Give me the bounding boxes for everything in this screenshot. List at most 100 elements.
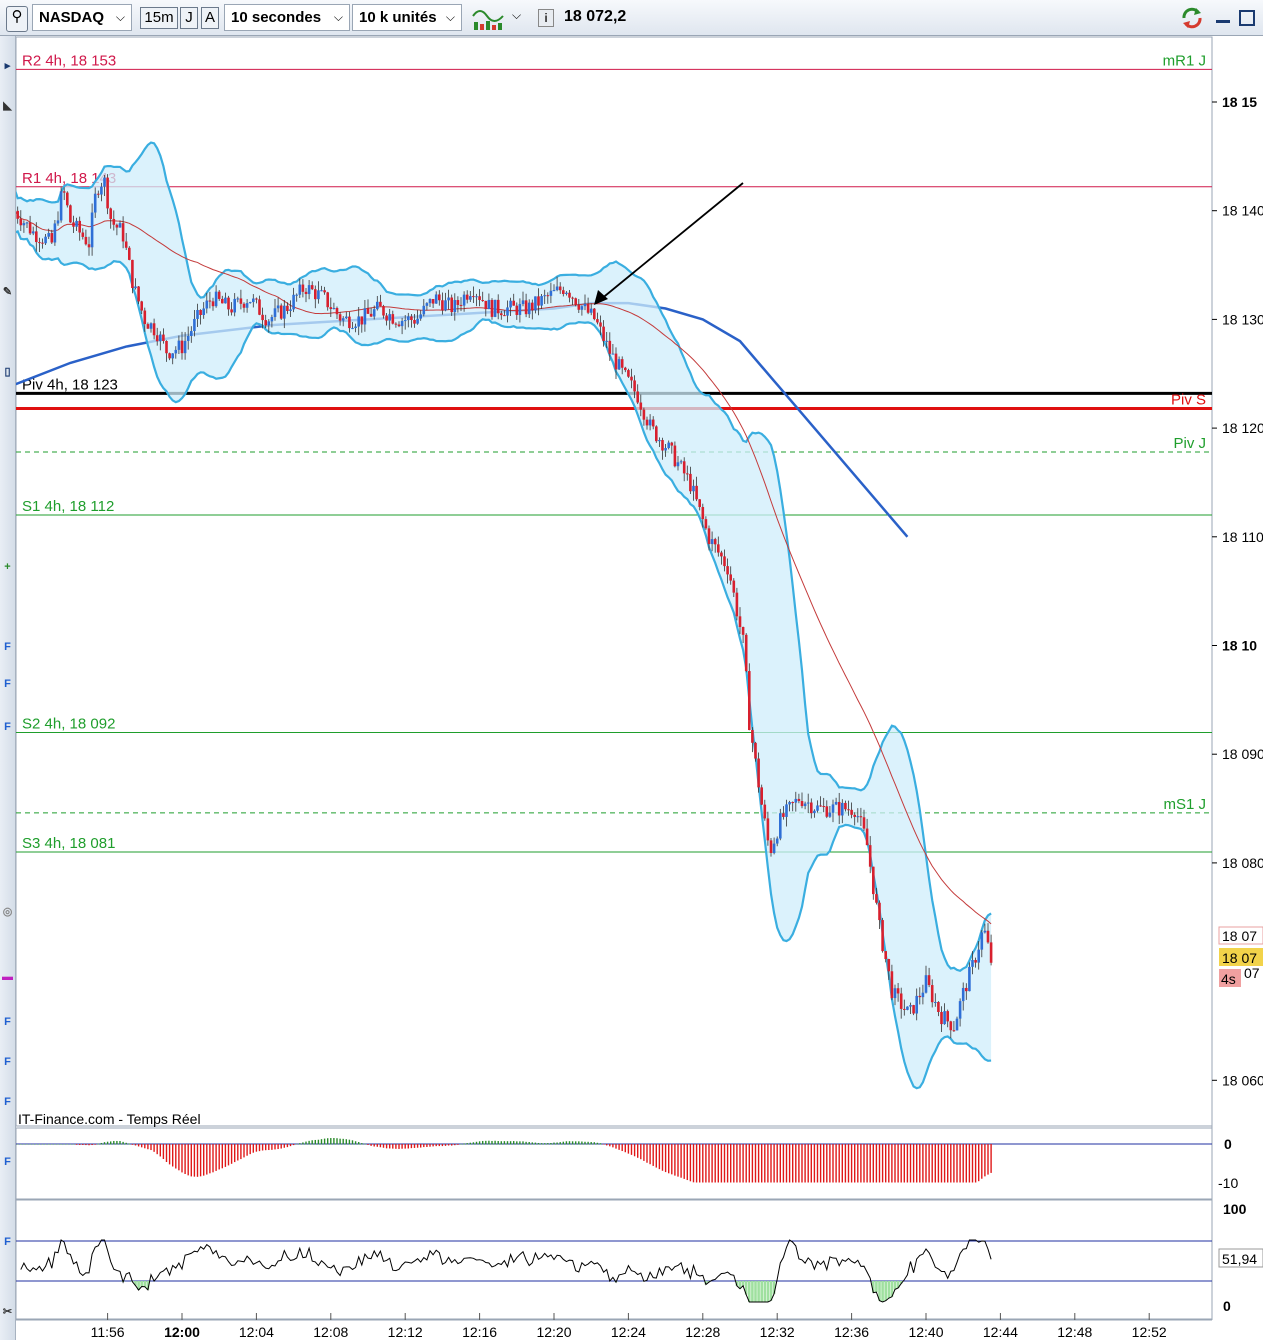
interval-select[interactable]: 10 secondes ⌵ [224,4,350,31]
f-icon[interactable]: F [1,1096,14,1108]
candle-body [348,316,351,329]
candle-body [741,627,745,635]
minimize-icon[interactable] [1216,20,1230,23]
candle-body [555,286,559,291]
units-select[interactable]: 10 k unités ⌵ [352,4,462,31]
candle-body [676,462,680,467]
x-tick-label: 12:20 [536,1324,571,1340]
candle-body [512,300,515,306]
plus-icon[interactable]: + [1,561,14,573]
candle-body [202,308,205,316]
x-tick-label: 11:56 [91,1324,125,1340]
candle-body [267,321,271,326]
candle-body [456,300,460,305]
eye-icon[interactable]: ◎ [1,906,14,918]
candle-body [503,315,506,317]
f-icon[interactable]: F [1,1236,14,1248]
candle-body [915,995,918,1014]
candle-body [16,210,19,219]
candle-body [140,301,143,311]
candle-body [651,419,655,427]
candle-body [332,307,336,310]
candle-body [484,300,488,310]
candle-body [614,353,618,370]
y-tick-label: 18 060 [1222,1072,1263,1088]
cursor-icon[interactable]: ▸ [1,60,14,72]
candle-body [165,340,168,354]
candle-body [292,294,295,310]
candle-body [419,314,422,319]
rsi-tick-label: 0 [1223,1298,1231,1314]
candle-body [25,222,29,224]
candle-body [608,340,612,354]
candle-body [571,297,574,299]
oscillator-pane [15,1127,1213,1200]
candle-body [710,539,714,545]
candle-body [310,285,314,290]
candle-body [469,296,472,300]
candle-body [354,326,357,329]
candle-body [884,951,887,960]
f-icon[interactable]: F [1,1016,14,1028]
candle-body [574,298,577,305]
indicator-icon[interactable] [470,4,508,32]
candle-body [351,328,354,330]
j-button[interactable]: J [180,7,198,29]
candle-body [782,813,785,817]
candle-body [413,320,416,324]
f-icon[interactable]: F [1,641,14,653]
candle-body [100,186,103,195]
x-tick-label: 12:52 [1132,1324,1167,1340]
chart-canvas[interactable]: R2 4h, 18 153 mR1 JR1 4h, 18 143Piv 4h, 1… [0,0,1263,1340]
instrument-select[interactable]: NASDAQ ⌵ [32,4,132,31]
level-label: Piv 4h, 18 123 [22,376,118,393]
candle-body [639,402,643,410]
candle-body [927,975,931,986]
arrow-icon[interactable]: ◣ [1,100,14,112]
candle-body [794,798,798,803]
candle-body [980,932,984,950]
candle-body [788,802,791,805]
info-icon[interactable]: i [538,9,554,27]
candle-body [698,499,701,508]
candle-body [661,440,664,451]
candle-body [317,290,320,300]
level-label: Piv J [1173,435,1206,452]
candle-body [670,442,674,446]
candle-body [909,1005,912,1007]
f-icon[interactable]: F [1,1056,14,1068]
candle-body [689,473,692,492]
candle-body [245,303,249,308]
maximize-icon[interactable] [1239,10,1255,26]
candle-body [766,818,770,841]
a-button[interactable]: A [201,7,219,29]
timeframe-button[interactable]: 15m [140,7,178,29]
candle-body [403,320,407,322]
candle-body [865,828,869,846]
candle-body [599,322,602,327]
candle-body [903,1008,906,1010]
f-icon[interactable]: F [1,1156,14,1168]
candle-body [658,440,661,442]
scissors-icon[interactable]: ✂ [1,1306,14,1318]
candle-body [416,318,419,324]
candle-body [899,993,903,1009]
candle-body [149,323,153,329]
candle-body [707,528,711,545]
f-icon[interactable]: F [1,721,14,733]
link-icon[interactable]: ⚲ [6,6,28,32]
candle-body [822,806,825,808]
candle-body [518,304,522,315]
pen-icon[interactable]: ✎ [1,286,14,298]
candle-body [137,286,140,302]
refresh-icon[interactable] [1178,6,1206,30]
rsi-tick-label: 100 [1223,1201,1247,1217]
x-tick-label: 12:32 [760,1324,795,1340]
candle-body [295,294,298,296]
f-icon[interactable]: F [1,678,14,690]
chevron-down-icon[interactable]: ⌵ [512,8,521,23]
shape-icon[interactable]: ▯ [1,366,14,378]
line-tool-icon[interactable]: ▬ [1,971,14,983]
candle-body [360,316,364,325]
candle-body [772,843,776,854]
